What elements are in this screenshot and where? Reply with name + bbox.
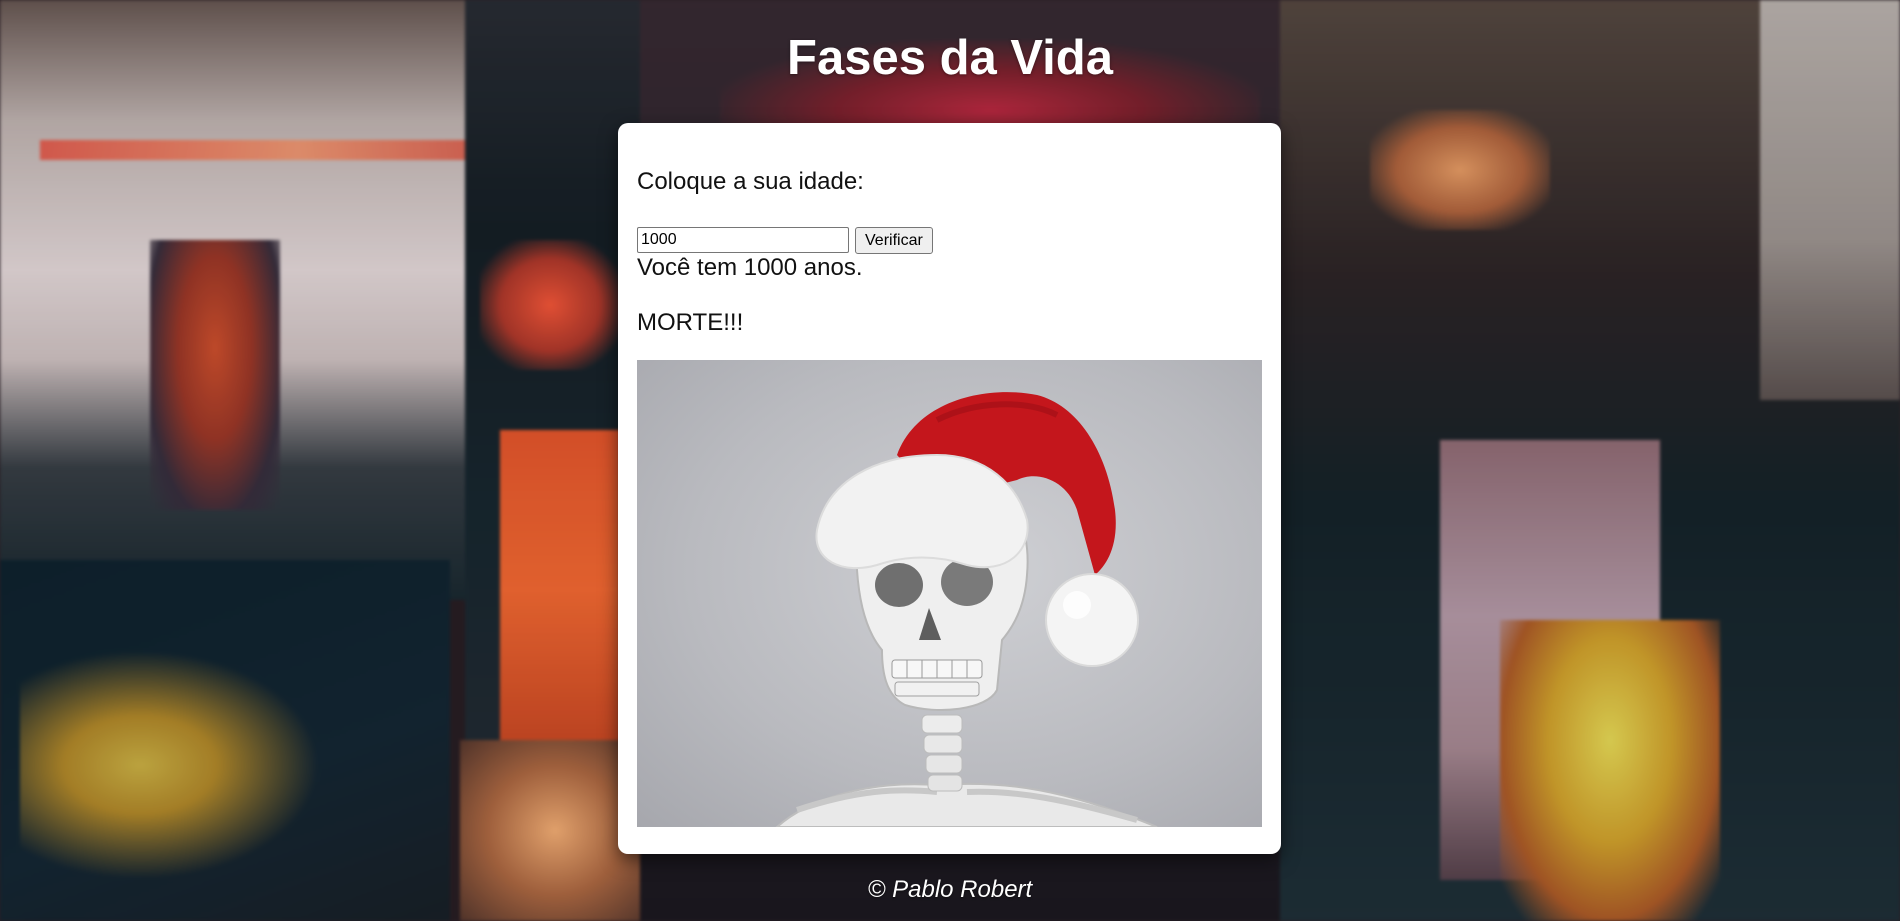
life-phase-text: MORTE!!! — [637, 309, 744, 336]
footer-credit: © Pablo Robert — [867, 876, 1033, 903]
verify-button[interactable]: Verificar — [855, 227, 933, 254]
age-prompt-label: Coloque a sua idade: — [637, 168, 864, 195]
age-card: Coloque a sua idade: Verificar Você tem … — [618, 123, 1281, 854]
age-input[interactable] — [637, 227, 849, 253]
phase-image — [637, 360, 1262, 827]
skeleton-santa-illustration — [775, 392, 1158, 827]
page-title: Fases da Vida — [787, 31, 1113, 85]
age-result-text: Você tem 1000 anos. — [637, 254, 863, 281]
